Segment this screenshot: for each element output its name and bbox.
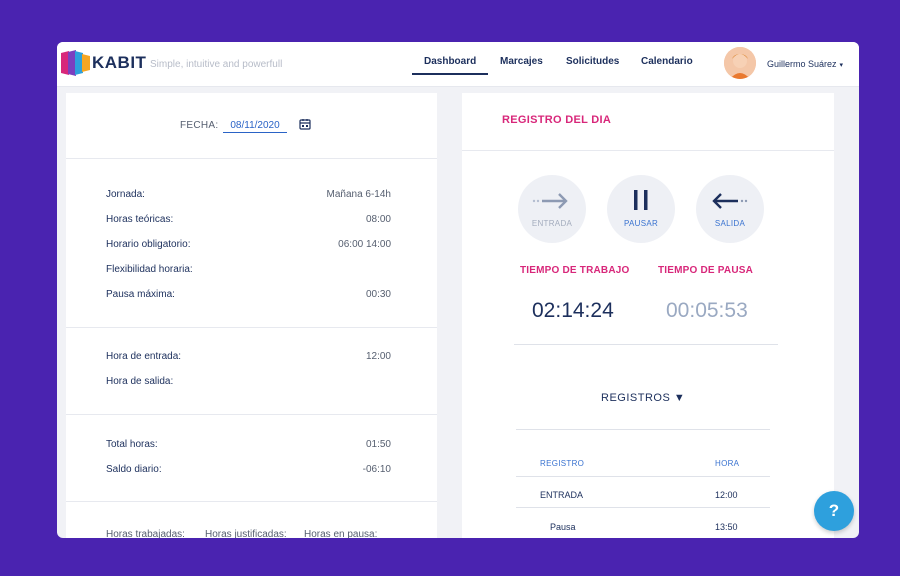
avatar[interactable] xyxy=(724,47,756,79)
top-bar: KABIT Simple, intuitive and powerfull Da… xyxy=(57,42,859,87)
divider xyxy=(516,507,770,508)
divider xyxy=(516,476,770,477)
nav-marcajes[interactable]: Marcajes xyxy=(500,56,543,67)
table-cell-registro: ENTRADA xyxy=(540,490,584,500)
jornada-row: Jornada: Mañana 6-14h xyxy=(106,189,391,200)
horario-obligatorio-value: 06:00 14:00 xyxy=(338,239,391,250)
tagline: Simple, intuitive and powerfull xyxy=(150,59,283,70)
help-button[interactable]: ? xyxy=(814,491,854,531)
divider xyxy=(66,414,437,415)
divider xyxy=(66,501,437,502)
hora-entrada-label: Hora de entrada: xyxy=(106,351,182,362)
divider xyxy=(462,150,834,151)
nav-calendario[interactable]: Calendario xyxy=(641,56,693,67)
horas-trabajadas-label: Horas trabajadas: xyxy=(106,529,185,538)
panel-title: REGISTRO DEL DIA xyxy=(502,114,612,126)
brand-name: KABIT xyxy=(92,53,147,72)
nav-solicitudes[interactable]: Solicitudes xyxy=(566,56,619,67)
horas-en-pausa-label: Horas en pausa: xyxy=(304,529,378,538)
horas-teoricas-label: Horas teóricas: xyxy=(106,214,174,225)
total-horas-value: 01:50 xyxy=(365,439,391,450)
saldo-diario-row: Saldo diario: -06:10 xyxy=(106,464,391,475)
arrow-left-icon xyxy=(712,193,748,209)
entrada-button[interactable]: ENTRADA xyxy=(518,175,586,243)
salida-label: SALIDA xyxy=(714,219,746,228)
hora-salida-row: Hora de salida: xyxy=(106,376,391,387)
fecha-label: FECHA: xyxy=(180,120,219,131)
arrow-right-icon xyxy=(532,193,568,209)
total-horas-row: Total horas: 01:50 xyxy=(106,439,391,450)
divider xyxy=(66,158,437,159)
pausa-maxima-row: Pausa máxima: 00:30 xyxy=(106,289,391,300)
total-horas-label: Total horas: xyxy=(106,439,158,450)
nav-dashboard[interactable]: Dashboard xyxy=(411,56,489,75)
fecha-input[interactable] xyxy=(223,118,287,133)
user-menu[interactable]: Guillermo Suárez ▾ xyxy=(767,59,843,69)
registro-dia-panel: REGISTRO DEL DIA ENTRADA PAUSAR SALIDA T… xyxy=(462,93,834,538)
tiempo-trabajo-value: 02:14:24 xyxy=(532,299,614,322)
horas-teoricas-row: Horas teóricas: 08:00 xyxy=(106,214,391,225)
divider xyxy=(516,429,770,430)
jornada-label: Jornada: xyxy=(106,189,145,200)
horario-obligatorio-label: Horario obligatorio: xyxy=(106,239,191,250)
divider xyxy=(66,327,437,328)
entrada-label: ENTRADA xyxy=(531,219,573,228)
table-cell-hora: 12:00 xyxy=(715,490,738,500)
pausar-label: PAUSAR xyxy=(623,219,659,228)
tiempo-trabajo-label: TIEMPO DE TRABAJO xyxy=(520,265,630,276)
horario-obligatorio-row: Horario obligatorio: 06:00 14:00 xyxy=(106,239,391,250)
hora-salida-label: Hora de salida: xyxy=(106,376,174,387)
kabit-logo-icon xyxy=(61,50,90,76)
saldo-diario-value: -06:10 xyxy=(362,464,391,475)
flexibilidad-horaria-label: Flexibilidad horaria: xyxy=(106,264,193,275)
tiempo-pausa-label: TIEMPO DE PAUSA xyxy=(658,265,754,276)
app-window: KABIT Simple, intuitive and powerfull Da… xyxy=(57,42,859,538)
hora-entrada-row: Hora de entrada: 12:00 xyxy=(106,351,391,362)
pausa-maxima-value: 00:30 xyxy=(365,289,391,300)
table-header-hora: HORA xyxy=(715,459,740,468)
pause-icon xyxy=(634,190,648,210)
avatar-person-icon xyxy=(724,47,756,79)
tiempo-pausa-value: 00:05:53 xyxy=(666,299,748,322)
pausar-button[interactable]: PAUSAR xyxy=(607,175,675,243)
pausa-maxima-label: Pausa máxima: xyxy=(106,289,175,300)
chevron-down-icon: ▾ xyxy=(839,62,844,69)
salida-button[interactable]: SALIDA xyxy=(696,175,764,243)
calendar-icon[interactable] xyxy=(299,118,311,130)
table-cell-hora: 13:50 xyxy=(715,522,738,532)
hora-entrada-value: 12:00 xyxy=(365,351,391,362)
table-cell-registro: Pausa xyxy=(550,522,576,532)
saldo-diario-label: Saldo diario: xyxy=(106,464,162,475)
horas-teoricas-value: 08:00 xyxy=(365,214,391,225)
registros-toggle[interactable]: REGISTROS ▼ xyxy=(601,392,685,404)
divider xyxy=(514,344,778,345)
user-name: Guillermo Suárez xyxy=(767,59,837,69)
flexibilidad-horaria-row: Flexibilidad horaria: xyxy=(106,264,391,275)
table-header-registro: REGISTRO xyxy=(540,459,585,468)
jornada-value: Mañana 6-14h xyxy=(326,189,392,200)
horas-justificadas-label: Horas justificadas: xyxy=(205,529,287,538)
day-info-panel: FECHA: Jornada: Mañana 6-14h Horas teóri… xyxy=(66,93,437,538)
